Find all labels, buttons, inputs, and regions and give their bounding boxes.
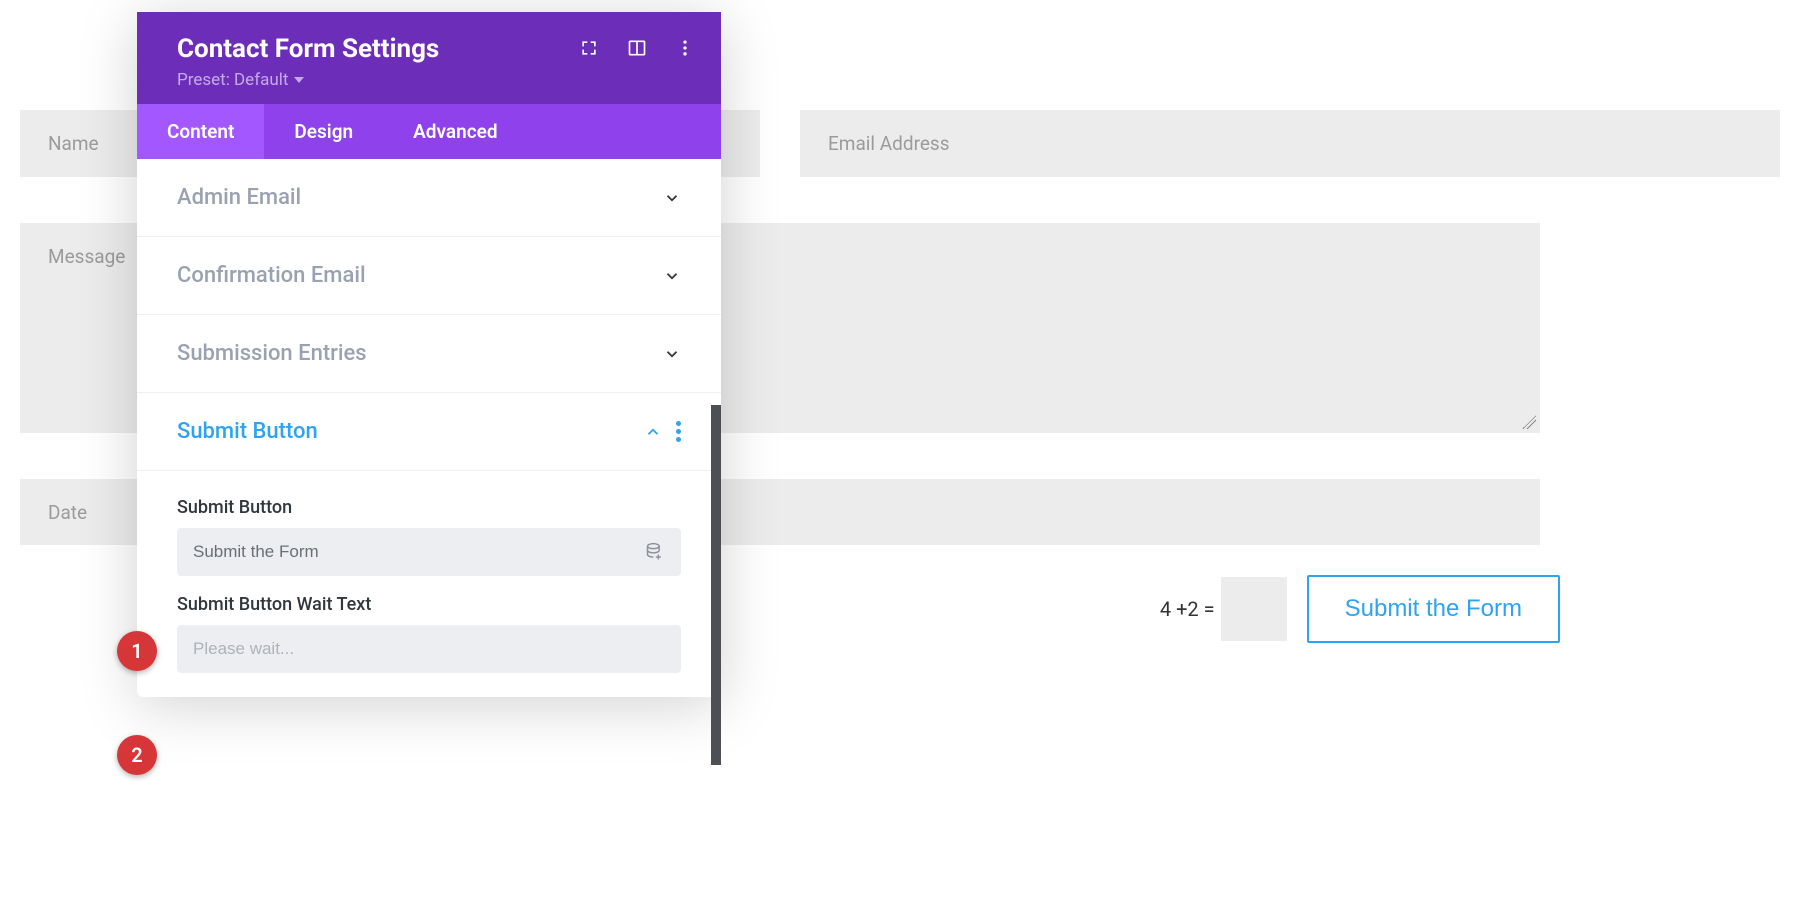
wait-text-field-label: Submit Button Wait Text <box>177 594 681 615</box>
tab-bar: Content Design Advanced <box>137 104 721 159</box>
settings-panel: Contact Form Settings Preset: Default Co… <box>137 12 721 697</box>
wait-text-input[interactable] <box>177 625 681 673</box>
chevron-down-icon <box>663 345 681 363</box>
section-kebab-icon[interactable] <box>676 421 681 442</box>
tab-advanced[interactable]: Advanced <box>383 104 527 159</box>
section-title: Submission Entries <box>177 341 367 366</box>
section-title: Admin Email <box>177 185 301 210</box>
submit-button-field-label: Submit Button <box>177 497 681 518</box>
dynamic-content-icon[interactable] <box>645 542 665 562</box>
captcha-text: 4 +2 = <box>1160 597 1215 621</box>
section-submission-entries[interactable]: Submission Entries <box>137 315 721 393</box>
annotation-badge-1: 1 <box>117 631 157 671</box>
tab-content[interactable]: Content <box>137 104 264 159</box>
expand-icon[interactable] <box>579 38 599 58</box>
resize-handle-icon[interactable] <box>1522 415 1536 429</box>
message-placeholder: Message <box>48 245 125 268</box>
email-field[interactable]: Email Address <box>800 110 1780 177</box>
panel-header: Contact Form Settings Preset: Default <box>137 12 721 104</box>
captcha-label: 4 +2 = <box>1160 577 1287 641</box>
chevron-up-icon <box>644 423 662 441</box>
section-title: Submit Button <box>177 419 318 444</box>
section-admin-email[interactable]: Admin Email <box>137 159 721 237</box>
submit-button[interactable]: Submit the Form <box>1307 575 1560 643</box>
wait-text-text-input[interactable] <box>193 639 665 659</box>
submit-button-text-input[interactable] <box>193 542 637 562</box>
chevron-down-icon <box>663 189 681 207</box>
tab-design[interactable]: Design <box>264 104 383 159</box>
section-submit-button[interactable]: Submit Button <box>137 393 721 471</box>
section-confirmation-email[interactable]: Confirmation Email <box>137 237 721 315</box>
captcha-input[interactable] <box>1221 577 1287 641</box>
section-submit-button-content: Submit Button Submit Button Wait Text <box>137 471 721 697</box>
annotation-badge-2: 2 <box>117 735 157 775</box>
columns-icon[interactable] <box>627 38 647 58</box>
scrollbar[interactable] <box>711 405 721 765</box>
caret-down-icon <box>294 77 304 83</box>
kebab-icon[interactable] <box>675 38 695 58</box>
preset-selector[interactable]: Preset: Default <box>177 70 691 90</box>
section-title: Confirmation Email <box>177 263 366 288</box>
chevron-down-icon <box>663 267 681 285</box>
preset-label: Preset: Default <box>177 70 288 90</box>
submit-button-input[interactable] <box>177 528 681 576</box>
panel-body: Admin Email Confirmation Email Submissio… <box>137 159 721 697</box>
